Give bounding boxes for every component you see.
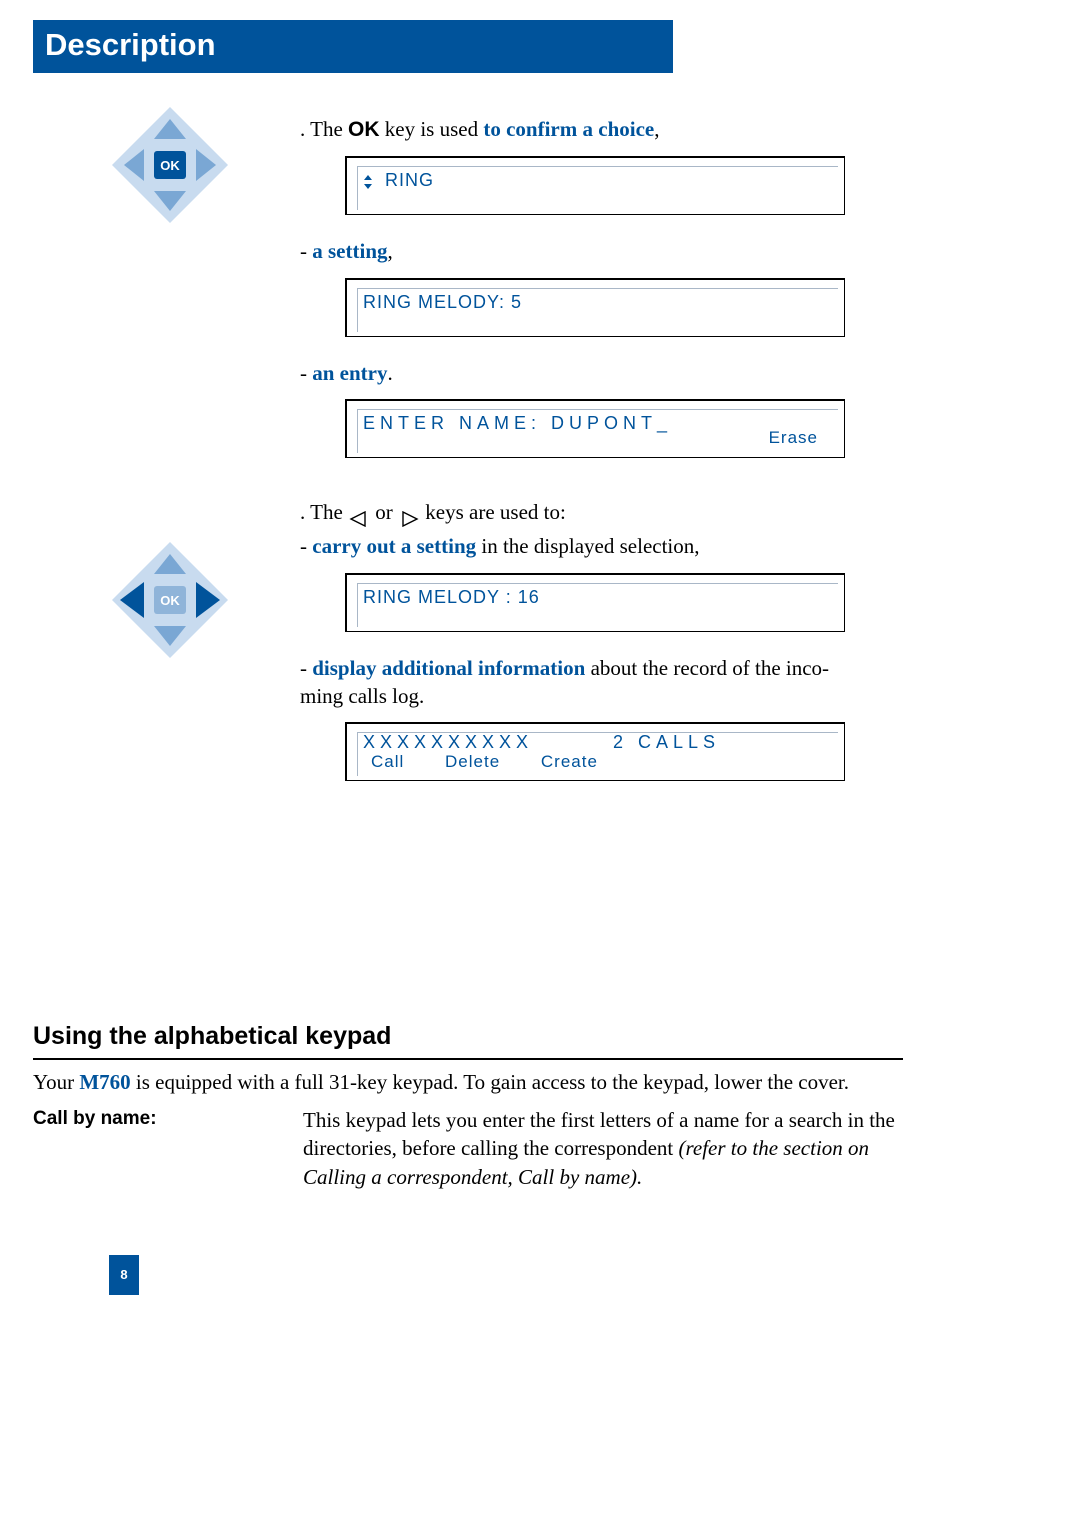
page-number: 8	[109, 1255, 139, 1295]
lcd-text: RING	[385, 170, 434, 190]
an-entry-line: - an entry.	[300, 359, 845, 387]
lcd-softkey-call: Call	[371, 752, 404, 771]
section-alpha-keypad: Using the alphabetical keypad Your M760 …	[33, 1020, 903, 1191]
lcd-ring: RING	[345, 156, 845, 215]
lcd-calls-log: XXXXXXXXXX 2 CALLS Call Delete Create	[345, 722, 845, 781]
lcd-right-label: Erase	[769, 427, 818, 450]
lcd-ring-melody-5: RING MELODY: 5	[345, 278, 845, 337]
section-heading: Using the alphabetical keypad	[33, 1020, 903, 1054]
ok-key-sentence: . The OK key is used to confirm a choice…	[300, 115, 845, 144]
section-rule	[33, 1058, 903, 1060]
call-by-name-label: Call by name:	[33, 1106, 303, 1132]
navigator-lr-icon: OK	[110, 540, 230, 660]
lcd-text: ENTER NAME: DUPONT_	[363, 411, 832, 435]
page-title: Description	[45, 27, 216, 62]
carry-out-line: - carry out a setting in the displayed s…	[300, 532, 845, 560]
lcd-text: RING MELODY: 5	[363, 290, 832, 314]
updown-icon	[363, 169, 375, 193]
svg-text:OK: OK	[160, 593, 180, 608]
lcd-col1: XXXXXXXXXX	[363, 732, 533, 752]
call-by-name-text: This keypad lets you enter the first let…	[303, 1106, 903, 1191]
triangle-right-icon	[398, 506, 420, 522]
lcd-ring-melody-16: RING MELODY : 16	[345, 573, 845, 632]
lr-keys-sentence: . The or keys are used to:	[300, 498, 845, 526]
section-intro: Your M760 is equipped with a full 31-key…	[33, 1068, 903, 1096]
lcd-softkey-delete: Delete	[445, 752, 500, 771]
page-header: Description	[33, 20, 673, 73]
a-setting-line: - a setting,	[300, 237, 845, 265]
lcd-enter-name: ENTER NAME: DUPONT_ Erase	[345, 399, 845, 458]
lcd-text: RING MELODY : 16	[363, 585, 832, 609]
main-column: . The OK key is used to confirm a choice…	[300, 115, 845, 803]
svg-text:OK: OK	[160, 158, 180, 173]
navigator-ok-icon: OK	[110, 105, 230, 225]
triangle-left-icon	[348, 506, 370, 522]
lcd-softkey-create: Create	[541, 752, 598, 771]
display-info-line: - display additional information about t…	[300, 654, 845, 711]
